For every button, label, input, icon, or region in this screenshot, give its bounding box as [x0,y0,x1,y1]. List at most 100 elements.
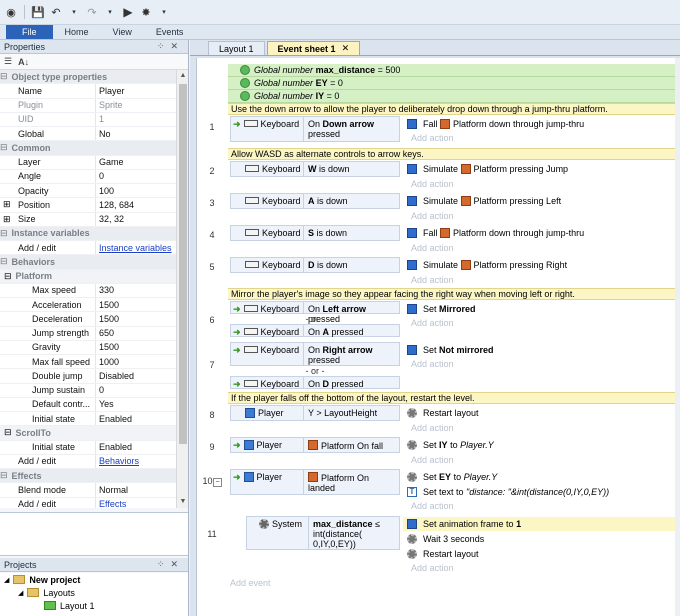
scroll-up-icon[interactable]: ▲ [177,70,189,82]
condition-block[interactable]: Keyboard S is down [230,225,400,241]
tree-item-layouts[interactable]: ◢ Layouts [0,586,188,599]
tab-events[interactable]: Events [144,25,196,39]
undo-icon[interactable]: ↶ [49,5,63,19]
collapse-icon[interactable]: ⊟ [0,256,8,267]
condition-block[interactable]: Keyboard W is down [230,161,400,177]
property-value[interactable]: Game [95,155,176,169]
action-row[interactable]: Restart layout [403,547,680,561]
condition-block[interactable]: Player Y > LayoutHeight [230,405,400,421]
property-row[interactable]: Blend mode Normal [0,483,176,498]
property-grid-scrollbar[interactable]: ▲ ▼ [176,70,188,508]
property-row[interactable]: ⊞ Size 32, 32 [0,212,176,227]
condition-block[interactable]: Keyboard A is down [230,193,400,209]
action-row[interactable]: Set IY to Player.Y [403,438,680,452]
action-row[interactable]: Restart layout [403,406,680,420]
collapse-icon[interactable]: ⊟ [0,71,8,82]
panel-pin-close-icons[interactable]: ⁘✕ [157,41,184,52]
action-row[interactable]: Fall Platform down through jump-thru [403,226,680,240]
expand-icon[interactable]: ⊞ [3,199,11,210]
add-action-link[interactable]: Add action [403,358,680,370]
property-value[interactable]: 330 [95,283,176,297]
tab-home[interactable]: Home [53,25,101,39]
add-action-link[interactable]: Add action [403,500,680,512]
property-value[interactable]: 100 [95,184,176,198]
action-row[interactable]: Set animation frame to 1 [403,517,680,531]
action-row[interactable]: Set Not mirrored [403,343,680,357]
comment-row[interactable]: If the player falls off the bottom of th… [228,392,680,404]
property-category[interactable]: ⊟ Object type properties [0,70,176,85]
property-category[interactable]: ⊟ ScrollTo [0,426,176,441]
close-tab-icon[interactable]: ✕ [342,43,350,54]
comment-row[interactable]: Mirror the player's image so they appear… [228,288,680,300]
property-value[interactable]: 0 [95,169,176,183]
condition-block[interactable]: System max_distance ≤ int(distance(0,IY,0… [246,516,400,550]
property-category[interactable]: ⊟ Behaviors [0,255,176,270]
property-value[interactable]: Sprite [95,98,176,112]
property-row[interactable]: Acceleration 1500 [0,298,176,313]
global-variable-row[interactable]: Global number max_distance = 500 [228,64,680,77]
property-category[interactable]: ⊟ Common [0,141,176,156]
expand-icon[interactable]: ⊞ [3,214,11,225]
property-value[interactable]: 1500 [95,298,176,312]
action-row[interactable]: Set EY to Player.Y [403,470,680,484]
property-link[interactable]: Instance variables [95,241,176,255]
categorized-view-icon[interactable]: ☰ [4,56,12,67]
add-action-link[interactable]: Add action [403,317,680,329]
property-value[interactable]: 128, 684 [95,198,176,212]
tree-item-project[interactable]: ◢ New project [0,573,188,586]
property-row[interactable]: Opacity 100 [0,184,176,199]
tab-layout-1[interactable]: Layout 1 [208,41,265,55]
property-link[interactable]: Behaviors [95,454,176,468]
add-action-link[interactable]: Add action [403,454,680,466]
property-value[interactable]: Enabled [95,440,176,454]
comment-row[interactable]: Allow WASD as alternate controls to arro… [228,148,680,160]
collapse-icon[interactable]: ◢ [4,576,9,584]
scroll-down-icon[interactable]: ▼ [177,496,189,508]
redo-dropdown-icon[interactable]: ▾ [103,5,117,19]
property-row[interactable]: ⊞ Position 128, 684 [0,198,176,213]
tab-view[interactable]: View [101,25,144,39]
property-value[interactable]: Normal [95,483,176,497]
property-row[interactable]: Gravity 1500 [0,340,176,355]
condition-block[interactable]: ➜ Keyboard On Left arrow pressed [230,301,400,324]
action-row[interactable]: Wait 3 seconds [403,532,680,546]
property-value[interactable]: 650 [95,326,176,340]
add-event-link[interactable]: Add event [230,578,271,588]
tree-item-layout-1[interactable]: Layout 1 [0,599,188,612]
scroll-thumb[interactable] [179,84,187,444]
collapse-icon[interactable]: ⊟ [4,427,12,438]
property-row[interactable]: Max speed 330 [0,283,176,298]
collapse-icon[interactable]: ◢ [18,589,23,597]
action-row[interactable]: T Set text to "distance: "&int(distance(… [403,485,680,499]
property-row[interactable]: Initial state Enabled [0,440,176,455]
debug-layout-icon[interactable]: ✸ [139,5,153,19]
property-category[interactable]: ⊟ Effects [0,469,176,484]
global-variable-row[interactable]: Global number IY = 0 [228,90,680,103]
property-row[interactable]: Initial state Enabled [0,412,176,427]
property-row[interactable]: Jump strength 650 [0,326,176,341]
event-sheet-scrollbar[interactable] [675,58,680,616]
property-row[interactable]: Add / edit Behaviors [0,454,176,469]
property-row[interactable]: UID 1 [0,112,176,127]
tab-event-sheet-1[interactable]: Event sheet 1 ✕ [266,41,361,55]
condition-block[interactable]: ➜ Keyboard On Down arrow pressed [230,116,400,142]
condition-block[interactable]: Keyboard D is down [230,257,400,273]
action-row[interactable]: Simulate Platform pressing Right [403,258,680,272]
quick-access-dropdown-icon[interactable]: ▾ [157,5,171,19]
add-action-link[interactable]: Add action [403,562,680,574]
property-category[interactable]: ⊟ Instance variables [0,226,176,241]
property-value[interactable]: 32, 32 [95,212,176,226]
save-icon[interactable]: 💾 [31,5,45,19]
projects-pin-close-icons[interactable]: ⁘✕ [157,559,184,570]
property-row[interactable]: Add / edit Instance variables [0,241,176,256]
property-row[interactable]: Max fall speed 1000 [0,355,176,370]
property-value[interactable]: No [95,127,176,141]
add-action-link[interactable]: Add action [403,242,680,254]
condition-block[interactable]: ➜ Keyboard On D pressed [230,376,400,389]
property-row[interactable]: Add / edit Effects [0,497,176,508]
property-value[interactable]: Disabled [95,369,176,383]
action-row[interactable]: Simulate Platform pressing Left [403,194,680,208]
property-row[interactable]: Deceleration 1500 [0,312,176,327]
property-value[interactable]: 1000 [95,355,176,369]
property-row[interactable]: Layer Game [0,155,176,170]
